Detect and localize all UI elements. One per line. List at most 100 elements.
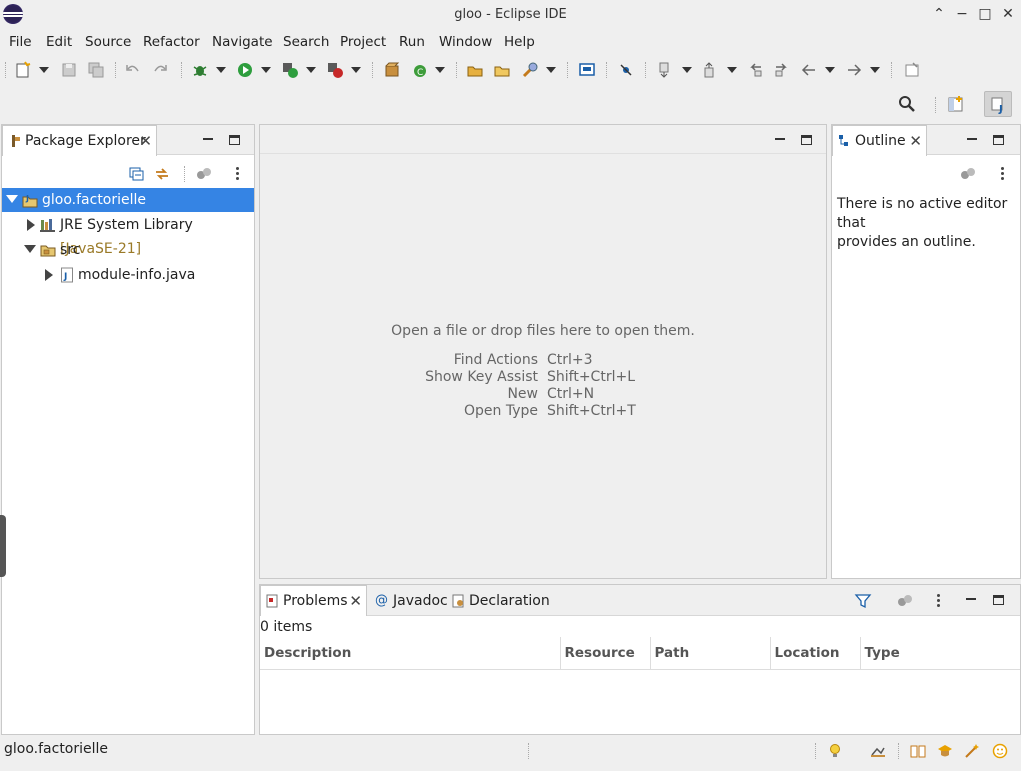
close-window-button[interactable]: ✕ [999,5,1017,23]
maximize-editor-icon[interactable] [801,135,812,145]
new-dropdown-icon[interactable] [39,67,49,73]
new-java-class-icon[interactable]: C [411,61,429,79]
expand-toggle-icon[interactable] [45,269,53,281]
open-task-icon[interactable] [493,61,511,79]
tab-declaration[interactable]: Declaration [446,585,550,616]
debug-dropdown-icon[interactable] [216,67,226,73]
svg-text:J: J [63,272,67,282]
new-java-package-icon[interactable] [383,61,401,79]
view-menu-icon[interactable] [236,166,240,182]
java-perspective-button[interactable]: J [984,91,1012,117]
previous-annotation-dropdown-icon[interactable] [727,67,737,73]
minimize-window-button[interactable]: − [953,5,971,23]
tree-item-project[interactable]: J gloo.factorielle [2,188,254,212]
magic-wand-icon[interactable] [964,743,980,759]
menu-edit[interactable]: Edit [46,34,72,50]
expand-toggle-icon[interactable] [27,219,35,231]
source-folder-icon [40,245,56,257]
menu-source[interactable]: Source [85,34,131,50]
debug-icon[interactable] [191,61,209,79]
next-edit-icon[interactable] [773,61,791,79]
link-with-editor-icon[interactable] [153,165,171,183]
toolbar-separator [115,62,116,78]
tree-item-module-info[interactable]: J module-info.java [2,263,254,287]
menu-search[interactable]: Search [283,34,329,50]
coverage-dropdown-icon[interactable] [306,67,316,73]
expand-toggle-icon[interactable] [24,245,36,253]
back-dropdown-icon[interactable] [825,67,835,73]
book-icon[interactable] [910,743,926,759]
maximize-window-button[interactable]: □ [976,5,994,23]
minimize-view-icon[interactable] [966,598,976,600]
search-icon[interactable] [521,61,539,79]
tutorial-icon[interactable] [937,743,953,759]
tree-item-src[interactable]: src [2,238,254,262]
run-dropdown-icon[interactable] [261,67,271,73]
focus-on-active-task-icon[interactable] [959,165,977,183]
maximize-view-icon[interactable] [993,595,1004,605]
menu-refactor[interactable]: Refactor [143,34,200,50]
menu-window[interactable]: Window [439,34,492,50]
maximize-view-icon[interactable] [993,135,1004,145]
focus-on-active-task-icon[interactable] [896,592,914,610]
column-resource[interactable]: Resource [560,637,651,670]
view-menu-icon[interactable] [937,593,941,609]
previous-annotation-icon[interactable] [701,61,719,79]
java-file-icon: J [61,267,73,283]
run-external-dropdown-icon[interactable] [351,67,361,73]
tasks-icon[interactable] [870,743,886,759]
skip-breakpoints-icon[interactable] [617,61,635,79]
tab-package-explorer[interactable]: Package Explorer ✕ [2,125,157,156]
tab-problems[interactable]: Problems ✕ [260,585,367,616]
column-path[interactable]: Path [650,637,771,670]
maximize-view-icon[interactable] [229,135,240,145]
declaration-icon [452,594,464,608]
next-annotation-icon[interactable] [656,61,674,79]
window-up-icon[interactable]: ⌃ [930,5,948,23]
menu-project[interactable]: Project [340,34,386,50]
menu-help[interactable]: Help [504,34,535,50]
close-icon[interactable]: ✕ [139,126,152,156]
column-type[interactable]: Type [860,637,1020,670]
run-icon[interactable] [236,61,254,79]
lightbulb-icon[interactable] [827,743,843,759]
menu-file[interactable]: File [9,34,32,50]
toolbar-separator [567,62,568,78]
tab-javadoc[interactable]: @ Javadoc [370,585,448,616]
search-dropdown-icon[interactable] [546,67,556,73]
minimize-editor-icon[interactable] [775,138,785,140]
filter-icon[interactable] [854,592,872,610]
tree-item-jre-library[interactable]: JRE System Library [JavaSE-21] [2,213,254,257]
view-menu-icon[interactable] [1001,166,1005,182]
terminal-icon[interactable] [578,61,596,79]
last-edit-icon[interactable] [746,61,764,79]
menu-run[interactable]: Run [399,34,425,50]
column-description[interactable]: Description [260,637,561,670]
search-icon[interactable] [898,95,916,113]
column-location[interactable]: Location [770,637,861,670]
tab-outline[interactable]: Outline ✕ [832,125,927,156]
pin-editor-icon[interactable] [903,61,921,79]
forward-dropdown-icon[interactable] [870,67,880,73]
run-external-icon[interactable] [326,61,344,79]
minimize-view-icon[interactable] [967,138,977,140]
feedback-smiley-icon[interactable] [992,743,1008,759]
back-icon[interactable] [800,61,818,79]
collapse-all-icon[interactable] [128,165,146,183]
sidebar-drag-handle[interactable] [0,515,6,577]
minimize-view-icon[interactable] [203,138,213,140]
focus-on-active-task-icon[interactable] [195,165,213,183]
open-perspective-icon[interactable] [947,95,965,113]
coverage-icon[interactable] [281,61,299,79]
menu-navigate[interactable]: Navigate [212,34,273,50]
outline-panel: Outline ✕ There is no active editor that… [831,124,1021,579]
open-type-icon[interactable] [466,61,484,79]
new-class-dropdown-icon[interactable] [435,67,445,73]
library-icon [40,219,55,232]
next-annotation-dropdown-icon[interactable] [682,67,692,73]
close-icon[interactable]: ✕ [909,126,922,156]
expand-toggle-icon[interactable] [6,195,18,203]
forward-icon[interactable] [845,61,863,79]
close-icon[interactable]: ✕ [349,586,362,616]
new-icon[interactable] [14,61,32,79]
